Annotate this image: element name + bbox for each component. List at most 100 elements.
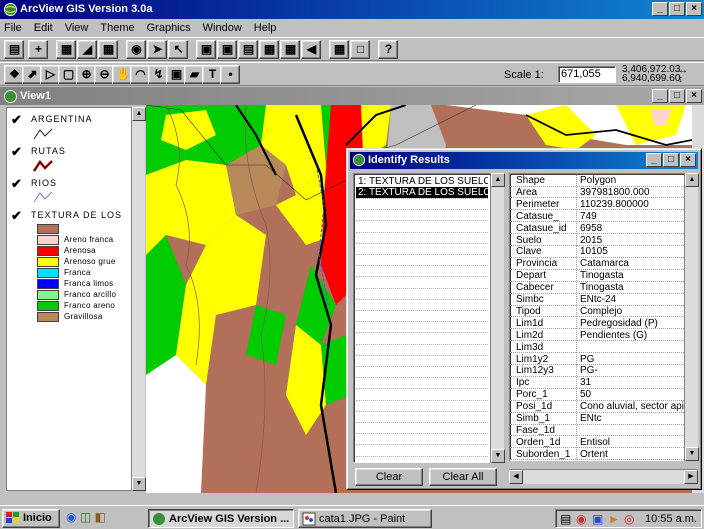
attribute-table[interactable]: Shape Polygon Area 397981800.000 Perimeter 11… (509, 173, 685, 461)
view-maximize-button[interactable]: □ (669, 89, 685, 103)
menu-window[interactable]: Window (203, 22, 242, 34)
clear-selection-button[interactable]: □ (350, 40, 370, 59)
zoom-in-tool[interactable]: ⊕ (76, 65, 96, 84)
zoom-out-fixed-button[interactable]: ▦ (280, 40, 300, 59)
draw-point-tool[interactable]: • (220, 65, 240, 84)
pointer-tool[interactable]: ⬈ (22, 65, 42, 84)
measure-tool[interactable]: ◠ (130, 65, 150, 84)
locate-address-button[interactable]: ➤ (147, 40, 167, 59)
theme-visible-check-icon[interactable]: ✔ (11, 208, 22, 224)
menu-graphics[interactable]: Graphics (147, 22, 191, 34)
query-builder-button[interactable]: ↖ (168, 40, 188, 59)
attribute-field: Cabecer (516, 282, 554, 294)
scroll-up-icon[interactable]: ▲ (132, 107, 146, 121)
zoom-full-icon: ▣ (200, 42, 213, 56)
attribute-scrollbar[interactable]: ▲ ▼ (684, 173, 699, 461)
scroll-down-icon[interactable]: ▼ (491, 449, 505, 463)
scroll-left-icon[interactable]: ◀ (509, 470, 523, 484)
add-theme-button[interactable]: + (28, 40, 48, 59)
result-item[interactable]: 1: TEXTURA DE LOS SUELOS (356, 176, 488, 187)
help-button[interactable]: ? (378, 40, 398, 59)
theme-visible-check-icon[interactable]: ✔ (11, 112, 22, 128)
scroll-down-icon[interactable]: ▼ (685, 447, 699, 461)
attribute-field: Ipc (516, 377, 530, 389)
zoom-out-tool[interactable]: ⊖ (94, 65, 114, 84)
tray-speaker-icon[interactable]: ► (608, 512, 620, 526)
select-features-graphic-button[interactable]: ▦ (329, 40, 349, 59)
list-rule-line (356, 422, 488, 423)
list-rule-line (356, 198, 488, 199)
text-tool[interactable]: T (202, 65, 222, 84)
theme-name: TEXTURA DE LOS (31, 210, 123, 220)
tray-monitor-icon[interactable]: ▣ (592, 512, 603, 526)
zoom-selected-button[interactable]: ▤ (238, 40, 258, 59)
start-button[interactable]: Inicio (2, 509, 60, 528)
identify-tool[interactable]: ❖ (4, 65, 24, 84)
menu-view[interactable]: View (65, 22, 89, 34)
outlook-express-icon[interactable]: ◫ (80, 510, 91, 524)
scroll-up-icon[interactable]: ▲ (491, 173, 505, 187)
menu-file[interactable]: File (4, 22, 22, 34)
task-paint[interactable]: cata1.JPG - Paint (298, 509, 432, 528)
select-feature-tool[interactable]: ▢ (58, 65, 78, 84)
zoom-full-extent-button[interactable]: ▣ (196, 40, 216, 59)
legend-scrollbar[interactable]: ▲ ▼ (131, 107, 146, 491)
scroll-right-icon[interactable]: ▶ (684, 470, 698, 484)
tray-app-icon[interactable]: ◎ (624, 512, 634, 526)
identify-close-button[interactable]: × (680, 153, 696, 167)
road-symbol-icon (33, 159, 53, 172)
attribute-row: Lim1d Pedregosidad (P) (510, 317, 684, 330)
tray-antivirus-icon[interactable]: ◉ (576, 512, 586, 526)
view-minimize-button[interactable]: _ (652, 89, 668, 103)
identify-title-bar[interactable]: Identify Results _ □ × (350, 152, 698, 169)
area-of-interest-tool[interactable]: ▣ (166, 65, 186, 84)
zoom-selected-icon: ▤ (242, 42, 255, 56)
identify-results-list[interactable]: 1: TEXTURA DE LOS SUELOS 2: TEXTURA DE L… (353, 173, 493, 463)
app-title-bar[interactable]: ArcView GIS Version 3.0a _ □ × (0, 0, 704, 19)
theme-visible-check-icon[interactable]: ✔ (11, 144, 22, 160)
list-rule-line (356, 444, 488, 446)
save-project-button[interactable]: ▤ (4, 40, 24, 59)
zoom-active-themes-button[interactable]: ▣ (217, 40, 237, 59)
scroll-down-icon[interactable]: ▼ (132, 477, 146, 491)
zoom-previous-button[interactable]: ◀ (301, 40, 321, 59)
clear-all-button[interactable]: Clear All (429, 468, 497, 486)
minimize-button[interactable]: _ (652, 2, 668, 16)
open-table-button[interactable]: ▦ (98, 40, 118, 59)
find-button[interactable]: ◉ (126, 40, 146, 59)
attribute-value: 110239.800000 (580, 198, 649, 210)
result-item-selected[interactable]: 2: TEXTURA DE LOS SUELOS (356, 187, 488, 198)
edit-legend-button[interactable]: ◢ (77, 40, 97, 59)
tray-network-icon[interactable]: ▤ (560, 512, 571, 526)
identify-maximize-button[interactable]: □ (663, 153, 679, 167)
task-arcview[interactable]: ArcView GIS Version ... (148, 509, 294, 528)
show-desktop-icon[interactable]: ◧ (95, 510, 106, 524)
identify-minimize-button[interactable]: _ (646, 153, 662, 167)
list-rule-line (356, 242, 488, 244)
clear-button[interactable]: Clear (355, 468, 423, 486)
legend-swatch (37, 290, 59, 300)
label-tool[interactable]: ▰ (184, 65, 204, 84)
maximize-button[interactable]: □ (669, 2, 685, 16)
pan-tool[interactable]: ✋ (112, 65, 132, 84)
results-list-scrollbar[interactable]: ▲ ▼ (490, 173, 505, 463)
attribute-field: Porc_1 (516, 389, 548, 401)
view-close-button[interactable]: × (686, 89, 702, 103)
theme-visible-check-icon[interactable]: ✔ (11, 176, 22, 192)
scroll-up-icon[interactable]: ▲ (685, 173, 699, 187)
hot-link-tool[interactable]: ↯ (148, 65, 168, 84)
locate-icon: ➤ (152, 42, 163, 56)
vertex-edit-tool[interactable]: ▷ (40, 65, 60, 84)
theme-properties-button[interactable]: ▦ (56, 40, 76, 59)
close-button[interactable]: × (686, 2, 702, 16)
internet-explorer-icon[interactable]: ◉ (66, 510, 76, 524)
attribute-horizontal-scrollbar[interactable]: ◀ ▶ (509, 469, 698, 484)
column-separator (576, 448, 577, 460)
scale-input[interactable]: 671,055 (558, 66, 616, 83)
attribute-row: Orden_1d Entisol (510, 436, 684, 449)
menu-edit[interactable]: Edit (34, 22, 53, 34)
menu-help[interactable]: Help (254, 22, 277, 34)
zoom-in-fixed-button[interactable]: ▦ (259, 40, 279, 59)
menu-theme[interactable]: Theme (100, 22, 134, 34)
view-title-bar[interactable]: View1 _ □ × (0, 87, 704, 105)
